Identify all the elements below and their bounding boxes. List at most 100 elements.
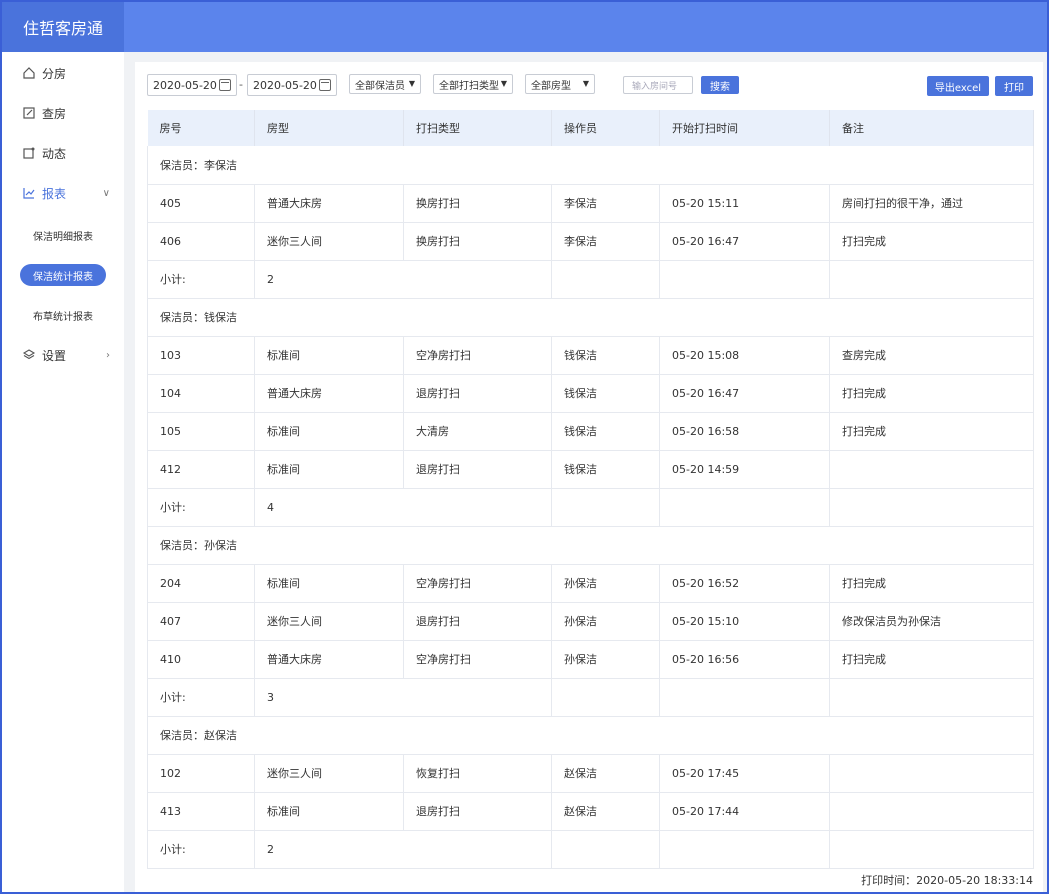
table-header-row: 房号 房型 打扫类型 操作员 开始打扫时间 备注 xyxy=(147,110,1034,146)
table-cell xyxy=(551,678,660,717)
table-cell: 钱保洁 xyxy=(551,412,660,451)
table-cell: 钱保洁 xyxy=(551,374,660,413)
table-cell xyxy=(659,488,830,527)
subtotal-value: 2 xyxy=(254,260,552,299)
column-header: 房型 xyxy=(254,110,404,146)
table-cell xyxy=(829,260,1034,299)
search-button[interactable]: 搜索 xyxy=(701,76,739,94)
table-cell: 李保洁 xyxy=(551,184,660,223)
table-body: 保洁员：李保洁 405 普通大床房 换房打扫 李保洁 05-20 15:11 房间打扫的很干… xyxy=(147,146,1034,869)
sidebar-item-dynamics[interactable]: 动态 xyxy=(2,138,124,168)
cleaner-group-label: 保洁员：钱保洁 xyxy=(147,298,1034,337)
table-row[interactable]: 407 迷你三人间 退房打扫 孙保洁 05-20 15:10 修改保洁员为孙保洁 xyxy=(147,602,1034,641)
table-cell: 打扫完成 xyxy=(829,564,1034,603)
column-header: 开始打扫时间 xyxy=(659,110,830,146)
table-cell: 413 xyxy=(147,792,255,831)
sidebar-item-label: 设置 xyxy=(42,348,67,363)
table-row[interactable]: 413 标准间 退房打扫 赵保洁 05-20 17:44 xyxy=(147,792,1034,831)
table-cell xyxy=(829,754,1034,793)
table-cell: 标准间 xyxy=(254,450,404,489)
cleaner-select[interactable]: 全部保洁员 ▼ xyxy=(349,74,421,94)
table-row[interactable]: 204 标准间 空净房打扫 孙保洁 05-20 16:52 打扫完成 xyxy=(147,564,1034,603)
sidebar-item-label: 报表 xyxy=(42,186,67,201)
home-icon xyxy=(22,66,36,80)
date-to-input[interactable]: 2020-05-20 xyxy=(247,74,337,96)
sidebar-item-reports[interactable]: 报表 ∨ xyxy=(2,178,124,208)
sidebar-item-label: 动态 xyxy=(42,146,67,161)
column-header: 操作员 xyxy=(551,110,660,146)
cleaner-group-row: 保洁员：钱保洁 xyxy=(147,298,1034,337)
table-cell: 05-20 15:08 xyxy=(659,336,830,375)
table-row[interactable]: 412 标准间 退房打扫 钱保洁 05-20 14:59 xyxy=(147,450,1034,489)
table-cell: 钱保洁 xyxy=(551,336,660,375)
chevron-down-icon: ∨ xyxy=(102,187,110,199)
room-type-select[interactable]: 全部房型 ▼ xyxy=(525,74,595,94)
table-cell: 103 xyxy=(147,336,255,375)
edit-icon xyxy=(22,106,36,120)
table-cell: 退房打扫 xyxy=(403,792,552,831)
chart-icon xyxy=(22,186,36,200)
table-row[interactable]: 405 普通大床房 换房打扫 李保洁 05-20 15:11 房间打扫的很干净，通过 xyxy=(147,184,1034,223)
table-cell: 孙保洁 xyxy=(551,564,660,603)
date-range-separator: - xyxy=(239,78,243,91)
filter-toolbar: 2020-05-20 - 2020-05-20 全部保洁员 ▼ 全部打扫类型 ▼… xyxy=(147,74,1037,96)
app-title: 住哲客房通 xyxy=(2,2,124,52)
table-cell: 普通大床房 xyxy=(254,640,404,679)
sidebar-subitem-clean-detail[interactable]: 保洁明细报表 xyxy=(20,224,106,246)
table-cell: 孙保洁 xyxy=(551,602,660,641)
calendar-icon[interactable] xyxy=(319,79,331,91)
table-cell: 05-20 17:44 xyxy=(659,792,830,831)
table-cell: 修改保洁员为孙保洁 xyxy=(829,602,1034,641)
subtotal-label: 小计: xyxy=(147,488,255,527)
date-from-input[interactable]: 2020-05-20 xyxy=(147,74,237,96)
cleaner-group-label: 保洁员：赵保洁 xyxy=(147,716,1034,755)
table-cell xyxy=(551,830,660,869)
sidebar-subitem-clean-stats[interactable]: 保洁统计报表 xyxy=(20,264,106,286)
table-cell: 赵保洁 xyxy=(551,792,660,831)
caret-down-icon: ▼ xyxy=(582,79,589,88)
table-cell: 换房打扫 xyxy=(403,222,552,261)
cleaner-group-row: 保洁员：赵保洁 xyxy=(147,716,1034,755)
table-cell: 退房打扫 xyxy=(403,602,552,641)
calendar-icon[interactable] xyxy=(219,79,231,91)
room-number-input[interactable]: 输入房间号 xyxy=(623,76,693,94)
table-cell: 打扫完成 xyxy=(829,222,1034,261)
table-cell xyxy=(829,830,1034,869)
report-panel: 2020-05-20 - 2020-05-20 全部保洁员 ▼ 全部打扫类型 ▼… xyxy=(135,62,1043,892)
sidebar-item-assign-room[interactable]: 分房 xyxy=(2,58,124,88)
sidebar-item-settings[interactable]: 设置 › xyxy=(2,340,124,370)
subtotal-row: 小计: 3 xyxy=(147,678,1034,717)
print-button[interactable]: 打印 xyxy=(995,76,1033,96)
clean-type-select[interactable]: 全部打扫类型 ▼ xyxy=(433,74,513,94)
table-cell: 房间打扫的很干净，通过 xyxy=(829,184,1034,223)
cleaner-group-label: 保洁员：李保洁 xyxy=(147,146,1034,185)
sidebar-item-label: 查房 xyxy=(42,106,67,121)
subtotal-label: 小计: xyxy=(147,678,255,717)
table-cell: 迷你三人间 xyxy=(254,222,404,261)
table-cell: 05-20 16:47 xyxy=(659,222,830,261)
table-cell xyxy=(659,830,830,869)
table-cell: 退房打扫 xyxy=(403,450,552,489)
subtotal-row: 小计: 2 xyxy=(147,830,1034,869)
table-cell: 05-20 15:10 xyxy=(659,602,830,641)
sidebar-subitem-linen-stats[interactable]: 布草统计报表 xyxy=(20,304,106,326)
subtotal-label: 小计: xyxy=(147,260,255,299)
subtotal-row: 小计: 4 xyxy=(147,488,1034,527)
table-cell: 空净房打扫 xyxy=(403,336,552,375)
subtotal-row: 小计: 2 xyxy=(147,260,1034,299)
table-cell xyxy=(551,260,660,299)
table-row[interactable]: 104 普通大床房 退房打扫 钱保洁 05-20 16:47 打扫完成 xyxy=(147,374,1034,413)
table-row[interactable]: 105 标准间 大清房 钱保洁 05-20 16:58 打扫完成 xyxy=(147,412,1034,451)
cleaner-group-row: 保洁员：孙保洁 xyxy=(147,526,1034,565)
table-cell: 赵保洁 xyxy=(551,754,660,793)
table-cell: 普通大床房 xyxy=(254,184,404,223)
table-cell: 打扫完成 xyxy=(829,412,1034,451)
table-cell: 405 xyxy=(147,184,255,223)
table-row[interactable]: 103 标准间 空净房打扫 钱保洁 05-20 15:08 查房完成 xyxy=(147,336,1034,375)
table-row[interactable]: 410 普通大床房 空净房打扫 孙保洁 05-20 16:56 打扫完成 xyxy=(147,640,1034,679)
table-row[interactable]: 102 迷你三人间 恢复打扫 赵保洁 05-20 17:45 xyxy=(147,754,1034,793)
export-excel-button[interactable]: 导出excel xyxy=(927,76,989,96)
sidebar-item-check-room[interactable]: 查房 xyxy=(2,98,124,128)
table-row[interactable]: 406 迷你三人间 换房打扫 李保洁 05-20 16:47 打扫完成 xyxy=(147,222,1034,261)
chevron-right-icon: › xyxy=(106,349,110,361)
